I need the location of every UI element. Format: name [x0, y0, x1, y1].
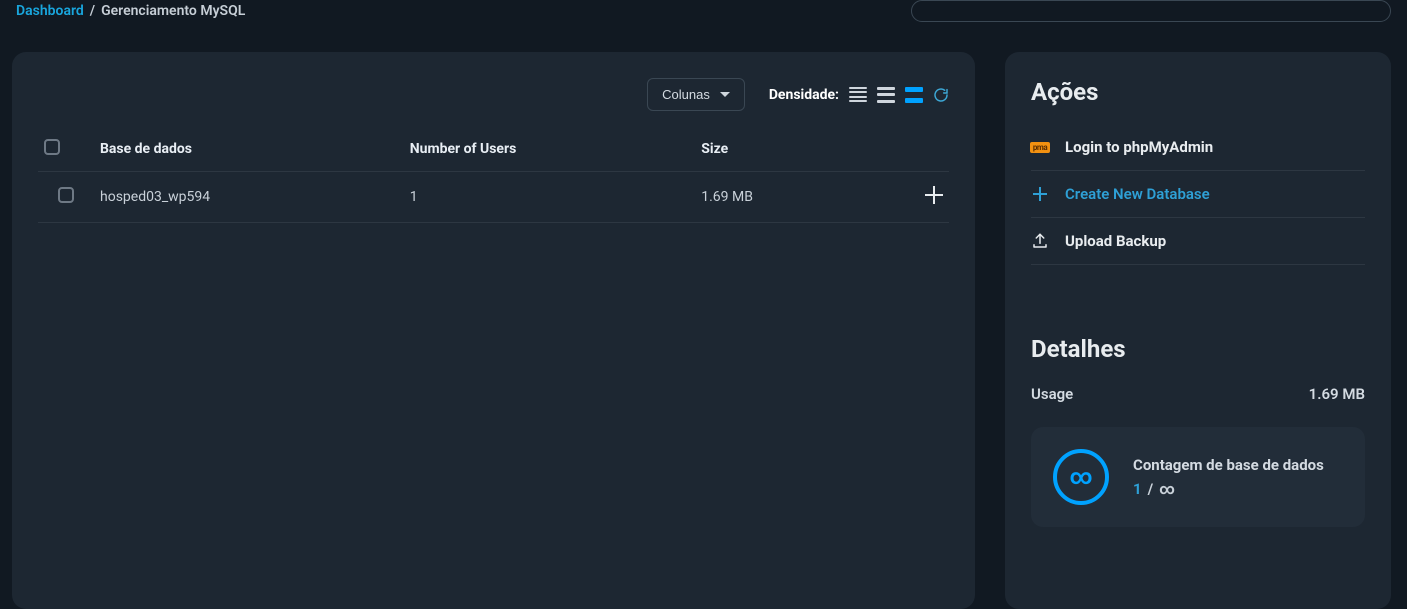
select-all-checkbox[interactable]	[44, 139, 60, 155]
density-compact-button[interactable]	[849, 87, 867, 103]
breadcrumb: Dashboard / Gerenciamento MySQL	[16, 3, 245, 19]
db-count-current: 1	[1133, 480, 1142, 498]
action-upload-backup-label: Upload Backup	[1065, 232, 1166, 250]
db-count-total: ∞	[1159, 480, 1175, 498]
databases-panel: Colunas Densidade: Base de dados	[12, 52, 975, 609]
column-header-database[interactable]: Base de dados	[94, 129, 404, 172]
db-count-value: 1 / ∞	[1133, 480, 1324, 498]
actions-title: Ações	[1031, 78, 1365, 106]
density-comfortable-button[interactable]	[905, 87, 923, 103]
action-login-phpmyadmin-label: Login to phpMyAdmin	[1065, 138, 1213, 156]
infinity-icon: ∞	[1053, 449, 1109, 505]
usage-value: 1.69 MB	[1309, 385, 1365, 403]
action-login-phpmyadmin[interactable]: pma Login to phpMyAdmin	[1031, 124, 1365, 171]
usage-row: Usage 1.69 MB	[1031, 385, 1365, 403]
columns-button[interactable]: Colunas	[647, 78, 745, 111]
db-count-sep: /	[1148, 480, 1154, 498]
density-label: Densidade:	[769, 87, 839, 103]
density-standard-button[interactable]	[877, 87, 895, 103]
expand-row-button[interactable]	[925, 186, 943, 204]
column-header-users[interactable]: Number of Users	[404, 129, 696, 172]
phpmyadmin-icon: pma	[1031, 138, 1049, 156]
row-checkbox[interactable]	[58, 187, 74, 203]
density-group: Densidade:	[769, 87, 949, 103]
upload-icon	[1031, 232, 1049, 250]
usage-label: Usage	[1031, 385, 1073, 403]
table-row[interactable]: hosped03_wp594 1 1.69 MB	[38, 172, 949, 223]
chevron-down-icon	[720, 92, 730, 97]
cell-database: hosped03_wp594	[94, 172, 404, 223]
action-upload-backup[interactable]: Upload Backup	[1031, 218, 1365, 265]
details-title: Detalhes	[1031, 335, 1365, 363]
databases-table: Base de dados Number of Users Size hospe…	[38, 129, 949, 223]
search-input[interactable]	[911, 0, 1391, 22]
breadcrumb-root-link[interactable]: Dashboard	[16, 3, 84, 19]
cell-size: 1.69 MB	[695, 172, 897, 223]
breadcrumb-current: Gerenciamento MySQL	[101, 3, 245, 19]
breadcrumb-separator: /	[88, 3, 97, 19]
column-header-size[interactable]: Size	[695, 129, 897, 172]
action-create-database[interactable]: Create New Database	[1031, 171, 1365, 218]
columns-button-label: Colunas	[662, 87, 710, 102]
db-count-label: Contagem de base de dados	[1133, 456, 1324, 474]
cell-users: 1	[404, 172, 696, 223]
plus-icon	[1031, 185, 1049, 203]
db-count-card: ∞ Contagem de base de dados 1 / ∞	[1031, 427, 1365, 527]
table-toolbar: Colunas Densidade:	[38, 78, 949, 111]
action-create-database-label: Create New Database	[1065, 185, 1210, 203]
refresh-icon[interactable]	[933, 87, 949, 103]
side-panel: Ações pma Login to phpMyAdmin Create New…	[1005, 52, 1391, 609]
